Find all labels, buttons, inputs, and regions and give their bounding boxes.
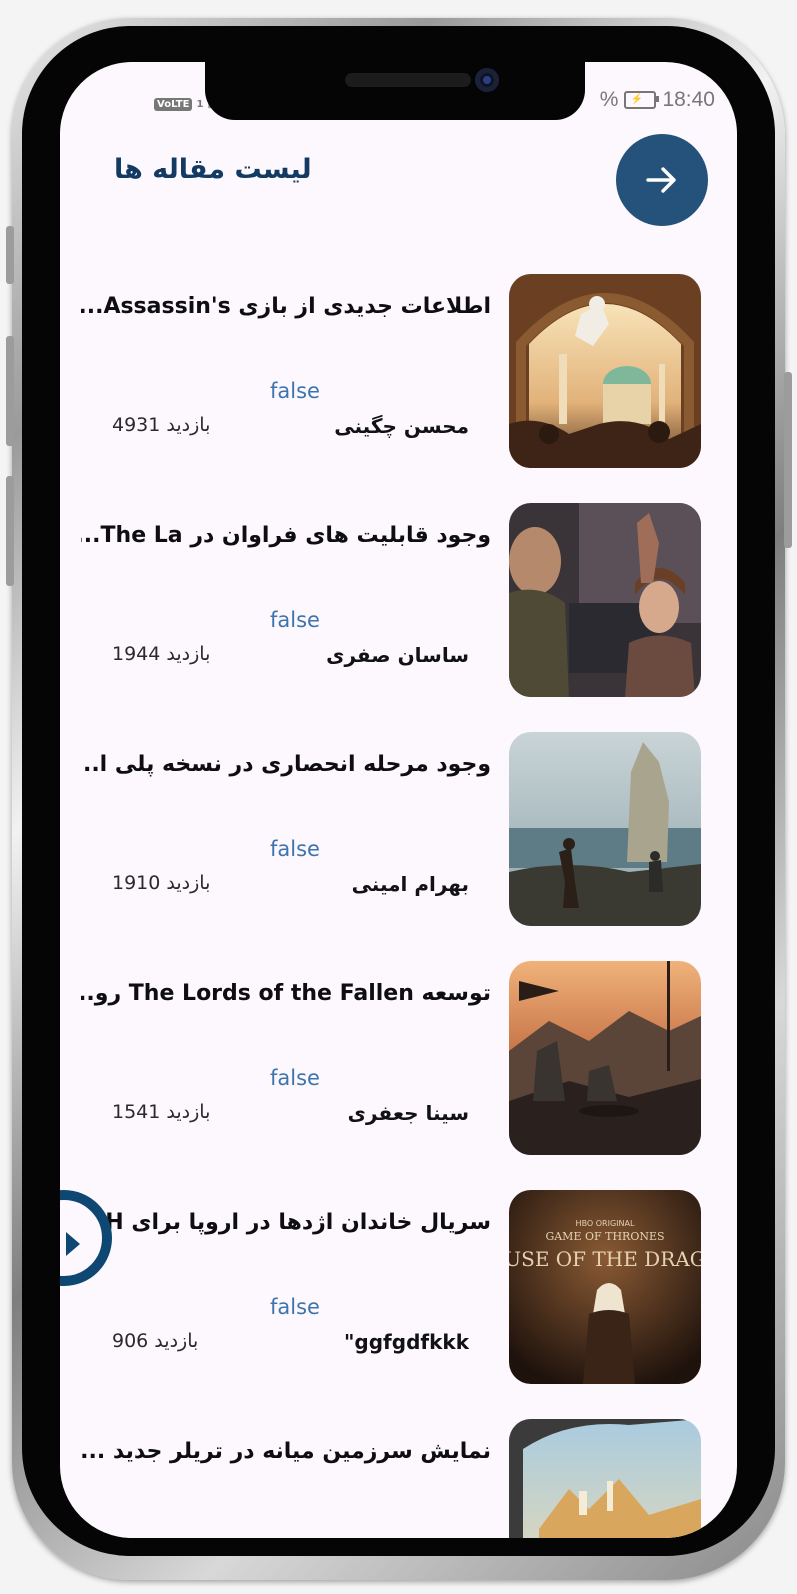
status-bar-right: % ⚡ 18:40 xyxy=(600,88,715,112)
status-bar-left: VoLTE 1 ▮ xyxy=(154,94,213,114)
article-views: بازدید 1541 xyxy=(112,1101,211,1123)
article-flag: false xyxy=(270,1295,320,1319)
article-title: وجود قابلیت های فراوان در The La... xyxy=(81,523,491,548)
battery-percent: % xyxy=(599,88,619,111)
side-button-mute xyxy=(6,226,14,284)
side-button-power xyxy=(784,372,792,548)
play-icon xyxy=(66,1232,80,1256)
article-flag: false xyxy=(270,379,320,403)
hotd-logo-text: HOUSE OF THE DRAGON xyxy=(509,1247,701,1271)
volte-badge: VoLTE xyxy=(154,97,193,111)
article-author: ساسان صفری xyxy=(326,643,469,667)
article-title: اطلاعات جدیدی از بازی Assassin's... xyxy=(81,294,491,319)
back-button[interactable] xyxy=(616,134,708,226)
app-screen: VoLTE 1 ▮ % ⚡ 18:40 لیست مقاله ها xyxy=(60,62,737,1538)
article-title: وجود مرحله انحصاری در نسخه پلی ا... xyxy=(81,752,491,777)
side-button-volume-down xyxy=(6,476,14,586)
article-flag: false xyxy=(270,837,320,861)
article-thumbnail: HBO ORIGINAL GAME OF THRONES HOUSE OF TH… xyxy=(509,1190,701,1384)
article-title: توسعه The Lords of the Fallen رو... xyxy=(81,981,491,1006)
side-button-volume-up xyxy=(6,336,14,446)
article-thumbnail xyxy=(509,503,701,697)
article-card[interactable]: وجود مرحله انحصاری در نسخه پلی ا... fals… xyxy=(60,732,737,928)
article-author: بهرام امینی xyxy=(351,872,469,896)
speaker-grille xyxy=(345,73,471,87)
article-card[interactable]: توسعه The Lords of the Fallen رو... fals… xyxy=(60,961,737,1157)
article-views: بازدید 1944 xyxy=(112,643,211,665)
article-author: سینا جعفری xyxy=(347,1101,469,1125)
article-views: بازدید 4931 xyxy=(112,414,211,436)
camera-icon xyxy=(475,68,499,92)
article-card[interactable]: وجود قابلیت های فراوان در The La... fals… xyxy=(60,503,737,699)
article-views: بازدید 1910 xyxy=(112,872,211,894)
article-title: سریال خاندان اژدها در اروپا برای H... xyxy=(81,1210,491,1235)
article-flag: false xyxy=(270,608,320,632)
arrow-right-icon xyxy=(646,167,676,193)
article-title: نمایش سرزمین میانه در تریلر جدید ... xyxy=(81,1439,491,1464)
article-thumbnail xyxy=(509,274,701,468)
page-title: لیست مقاله ها xyxy=(114,154,312,185)
article-author: ggfgdfkkk" xyxy=(344,1330,469,1354)
article-card[interactable]: اطلاعات جدیدی از بازی Assassin's... fals… xyxy=(60,274,737,470)
article-flag: false xyxy=(270,1066,320,1090)
camera-notch xyxy=(205,62,585,120)
got-logo-text: GAME OF THRONES xyxy=(545,1230,664,1243)
sim-indicator: 1 xyxy=(196,98,204,110)
article-card[interactable]: نمایش سرزمین میانه در تریلر جدید ... xyxy=(60,1419,737,1538)
battery-icon: ⚡ xyxy=(624,91,660,109)
status-time: 18:40 xyxy=(662,88,715,111)
article-thumbnail xyxy=(509,1419,701,1538)
article-author: محسن چگینی xyxy=(334,414,469,438)
article-card[interactable]: HBO ORIGINAL GAME OF THRONES HOUSE OF TH… xyxy=(60,1190,737,1386)
article-thumbnail xyxy=(509,961,701,1155)
hbo-logo-text: HBO ORIGINAL xyxy=(576,1219,635,1228)
article-thumbnail xyxy=(509,732,701,926)
article-views: بازدید 906 xyxy=(112,1330,199,1352)
